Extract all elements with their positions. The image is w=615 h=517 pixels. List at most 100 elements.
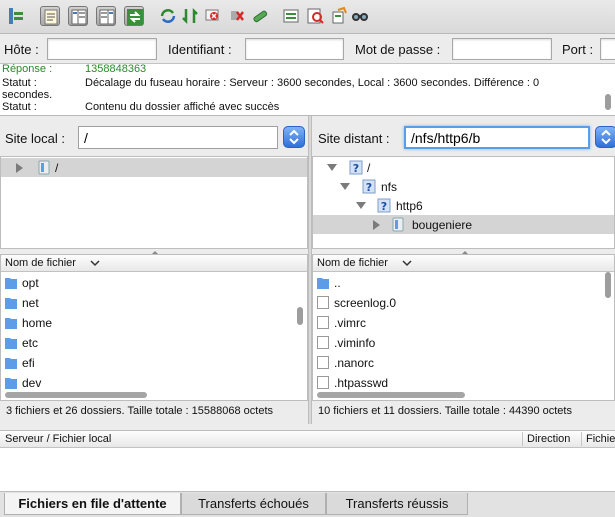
local-path-input[interactable] <box>78 126 278 149</box>
log-key: Statut : <box>2 101 37 113</box>
file-name: .viminfo <box>334 336 376 350</box>
folder-icon <box>5 278 17 289</box>
local-status-line: 3 fichiers et 26 dossiers. Taille totale… <box>0 401 308 421</box>
local-site-label: Site local : <box>5 131 65 146</box>
list-item[interactable]: dev <box>1 373 307 392</box>
host-input[interactable] <box>47 38 157 60</box>
file-icon <box>317 316 329 329</box>
tree-node[interactable]: / <box>1 158 307 177</box>
transfer-queue: Serveur / Fichier local Direction Fichie <box>0 430 615 492</box>
file-name: .htpasswd <box>334 376 389 390</box>
collapse-icon[interactable] <box>356 202 366 209</box>
tree-node[interactable]: ? nfs <box>313 177 614 196</box>
sync-browse-icon[interactable] <box>329 6 349 26</box>
unknown-folder-icon: ? <box>377 198 391 213</box>
list-item[interactable]: net <box>1 293 307 312</box>
filter-icon[interactable] <box>281 6 301 26</box>
tree-node[interactable]: ? http6 <box>313 196 614 215</box>
list-item[interactable]: etc <box>1 333 307 352</box>
collapse-icon[interactable] <box>340 183 350 190</box>
remote-list-header[interactable]: Nom de fichier <box>313 255 614 272</box>
remote-tree-icon[interactable] <box>96 6 116 26</box>
svg-text:?: ? <box>353 162 359 175</box>
file-name: net <box>22 296 39 310</box>
list-item[interactable]: .viminfo <box>313 333 614 352</box>
log-value-continuation: secondes. <box>2 89 53 101</box>
column-filename[interactable]: Nom de fichier <box>5 257 76 269</box>
file-name: efi <box>22 356 35 370</box>
local-path-dropdown[interactable] <box>283 126 305 148</box>
port-label: Port : <box>562 42 594 57</box>
compare-icon[interactable] <box>305 6 325 26</box>
expand-icon[interactable] <box>373 220 380 230</box>
tree-node[interactable]: ? / <box>313 158 614 177</box>
remote-list-vscrollbar[interactable] <box>605 272 611 298</box>
remote-path-dropdown[interactable] <box>595 126 615 148</box>
password-input[interactable] <box>452 38 552 60</box>
local-tree: / <box>0 156 308 249</box>
chevron-down-icon <box>402 260 412 267</box>
list-item[interactable]: .. <box>313 273 614 292</box>
cancel-icon[interactable] <box>203 6 223 26</box>
queue-tabs: Fichiers en file d'attente Transferts éc… <box>0 492 615 517</box>
log-scrollbar[interactable] <box>605 94 611 110</box>
column-separator[interactable] <box>522 432 523 446</box>
tree-node-label: / <box>367 161 371 175</box>
folder-icon <box>5 298 17 309</box>
column-server-local-file[interactable]: Serveur / Fichier local <box>5 433 111 445</box>
column-separator[interactable] <box>581 432 582 446</box>
message-log-icon[interactable] <box>40 6 60 26</box>
log-key: Statut : <box>2 77 37 89</box>
host-label: Hôte : <box>4 42 39 57</box>
search-icon[interactable] <box>350 6 370 26</box>
remote-path-input[interactable] <box>404 126 590 149</box>
list-item[interactable]: home <box>1 313 307 332</box>
local-list-header[interactable]: Nom de fichier <box>1 255 307 272</box>
local-list-hscrollbar[interactable] <box>5 392 147 398</box>
column-direction[interactable]: Direction <box>527 433 570 445</box>
password-label: Mot de passe : <box>355 42 441 57</box>
file-name: etc <box>22 336 39 350</box>
transfer-queue-icon[interactable] <box>124 6 144 26</box>
user-input[interactable] <box>245 38 344 60</box>
file-name: .. <box>334 276 341 290</box>
list-item[interactable]: efi <box>1 353 307 372</box>
local-list-vscrollbar[interactable] <box>297 307 303 325</box>
tree-node-label: bougeniere <box>412 218 473 232</box>
local-file-list: Nom de fichier opt net home etc efi dev <box>0 254 308 401</box>
tab-failed-transfers[interactable]: Transferts échoués <box>181 493 326 515</box>
local-tree-icon[interactable] <box>68 6 88 26</box>
tree-node-label: http6 <box>396 199 423 213</box>
remote-list-hscrollbar[interactable] <box>317 392 465 398</box>
refresh-icon[interactable] <box>158 6 178 26</box>
site-manager-icon[interactable] <box>6 6 26 26</box>
tree-node-selected[interactable]: bougeniere <box>313 215 614 234</box>
pane-divider[interactable] <box>308 116 312 424</box>
queue-header: Serveur / Fichier local Direction Fichie <box>0 431 615 448</box>
list-item[interactable]: .nanorc <box>313 353 614 372</box>
column-remote-file[interactable]: Fichie <box>586 433 615 445</box>
list-item[interactable]: opt <box>1 273 307 292</box>
folder-icon <box>5 378 17 389</box>
drive-icon <box>38 160 50 175</box>
toolbar <box>0 0 615 34</box>
tab-successful-transfers[interactable]: Transferts réussis <box>326 493 468 515</box>
disconnect-icon[interactable] <box>227 6 247 26</box>
column-filename[interactable]: Nom de fichier <box>317 257 388 269</box>
process-queue-icon[interactable] <box>180 6 200 26</box>
tree-node-label: nfs <box>381 180 398 194</box>
list-item[interactable]: .htpasswd <box>313 373 614 392</box>
list-item[interactable]: screenlog.0 <box>313 293 614 312</box>
expand-icon[interactable] <box>16 163 23 173</box>
collapse-icon[interactable] <box>327 164 337 171</box>
remote-site-label: Site distant : <box>318 131 390 146</box>
log-value: Décalage du fuseau horaire : Serveur : 3… <box>85 77 540 89</box>
reconnect-icon[interactable] <box>250 6 270 26</box>
message-log[interactable]: Réponse : 1358848363 Statut : Décalage d… <box>0 64 615 116</box>
svg-text:?: ? <box>366 181 372 194</box>
folder-icon <box>5 338 17 349</box>
port-input[interactable] <box>600 38 615 60</box>
file-name: home <box>22 316 53 330</box>
list-item[interactable]: .vimrc <box>313 313 614 332</box>
tab-queued-files[interactable]: Fichiers en file d'attente <box>4 493 181 515</box>
